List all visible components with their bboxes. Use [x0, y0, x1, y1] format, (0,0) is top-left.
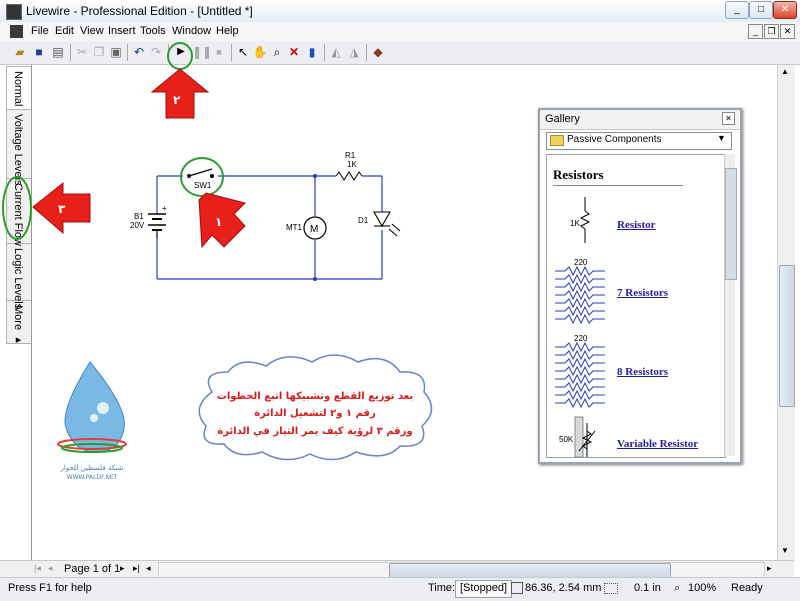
battery-value: 20V — [130, 221, 145, 230]
page-navigation-bar: |◂ ◂ Page 1 of 1 ▸ ▸| ◂ ▸ — [0, 560, 794, 578]
led-d1[interactable] — [373, 211, 401, 237]
arrow-to-switch: ١ — [198, 192, 246, 249]
vertical-scroll-thumb[interactable] — [779, 265, 795, 407]
switch-sw1[interactable] — [187, 168, 214, 178]
first-page-icon[interactable]: |◂ — [34, 563, 41, 574]
prev-page-icon[interactable]: ◂ — [48, 563, 53, 574]
arrow-top-number: ٢ — [173, 93, 181, 107]
zoom-level-icon: ⌕ — [674, 582, 681, 594]
battery-b1[interactable] — [148, 213, 166, 238]
scroll-down-icon[interactable]: ▼ — [781, 546, 789, 555]
coordinates: 86.36, 2.54 mm — [525, 582, 602, 594]
gallery-scroll-thumb[interactable] — [725, 168, 737, 280]
cloud-line-3: ورقم ٣ لرؤية كيف يمر التيار في الدائرة — [217, 426, 412, 437]
scroll-up-icon[interactable]: ▲ — [781, 67, 789, 76]
grid-size: 0.1 in — [634, 582, 661, 594]
switch-label: SW1 — [194, 181, 212, 190]
item-1-value: 1K — [570, 219, 580, 228]
gallery-list[interactable]: Resistors 1K Resistor 220 7 Resistors 22… — [546, 154, 726, 458]
led-label: D1 — [358, 216, 369, 225]
link-7-resistors[interactable]: 7 Resistors — [617, 287, 668, 299]
forum-logo — [57, 361, 127, 453]
gallery-thumbnails — [555, 197, 605, 457]
arrow-to-current-flow: ٣ — [32, 181, 91, 235]
last-page-icon[interactable]: ▸| — [133, 563, 140, 574]
status-bar: Press F1 for help Time: [Stopped] 86.36,… — [0, 577, 800, 601]
grid-icon — [604, 583, 618, 594]
logo-url: WWW.PALDF.NET — [67, 474, 118, 481]
page-indicator: Page 1 of 1 — [64, 563, 121, 575]
scroll-left-icon[interactable]: ◂ — [146, 563, 151, 574]
resistor-r1[interactable] — [335, 171, 363, 181]
cloud-line-2: رقم ١ و٢ لتشغيل الدائرة — [254, 408, 376, 419]
battery-plus: + — [162, 204, 167, 213]
cloud-line-1: بعد توزيع القطع وتشبيكها اتبع الخطوات — [217, 391, 413, 402]
arrow-left-number: ٣ — [58, 202, 66, 216]
gallery-header: Gallery ✕ — [540, 110, 740, 130]
circuit-wires — [156, 175, 383, 280]
item-3-value: 220 — [574, 334, 588, 343]
motor-label: MT1 — [286, 223, 303, 232]
scroll-right-icon[interactable]: ▸ — [767, 563, 772, 574]
gallery-close-button[interactable]: ✕ — [722, 112, 735, 125]
gallery-scrollbar[interactable] — [724, 154, 737, 456]
item-2-value: 220 — [574, 258, 588, 267]
link-8-resistors[interactable]: 8 Resistors — [617, 366, 668, 378]
arrow-to-run: ٢ — [150, 68, 210, 119]
motor-symbol: M — [310, 224, 318, 235]
horizontal-scrollbar[interactable] — [158, 562, 765, 578]
folder-icon — [550, 135, 564, 146]
gallery-category-select[interactable]: Passive Components ▼ — [546, 132, 732, 150]
resistor-label: R1 — [345, 151, 356, 160]
ready-state: Ready — [731, 582, 763, 594]
resistor-value: 1K — [347, 160, 357, 169]
next-page-icon[interactable]: ▸ — [120, 563, 125, 574]
gallery-title: Gallery — [545, 113, 580, 125]
vertical-scrollbar[interactable]: ▲ ▼ — [777, 65, 795, 560]
time-label: Time: — [428, 582, 456, 594]
horizontal-scroll-thumb[interactable] — [389, 563, 671, 578]
battery-label: B1 — [134, 212, 144, 221]
logo-text: شبكة فلسطين للحوار — [59, 464, 123, 472]
link-variable-resistor[interactable]: Variable Resistor — [617, 438, 698, 450]
item-4-value: 50K — [559, 435, 574, 444]
zoom-level: 100% — [688, 582, 717, 594]
chevron-down-icon[interactable]: ▼ — [717, 133, 726, 143]
gallery-panel: Gallery ✕ Passive Components ▼ Resistors — [538, 108, 742, 464]
time-value: [Stopped] — [455, 580, 513, 598]
gallery-category: Passive Components — [567, 134, 662, 145]
coordinates-icon — [511, 582, 523, 594]
status-help: Press F1 for help — [8, 582, 92, 594]
arrow-switch-number: ١ — [215, 215, 222, 229]
link-resistor[interactable]: Resistor — [617, 219, 656, 231]
